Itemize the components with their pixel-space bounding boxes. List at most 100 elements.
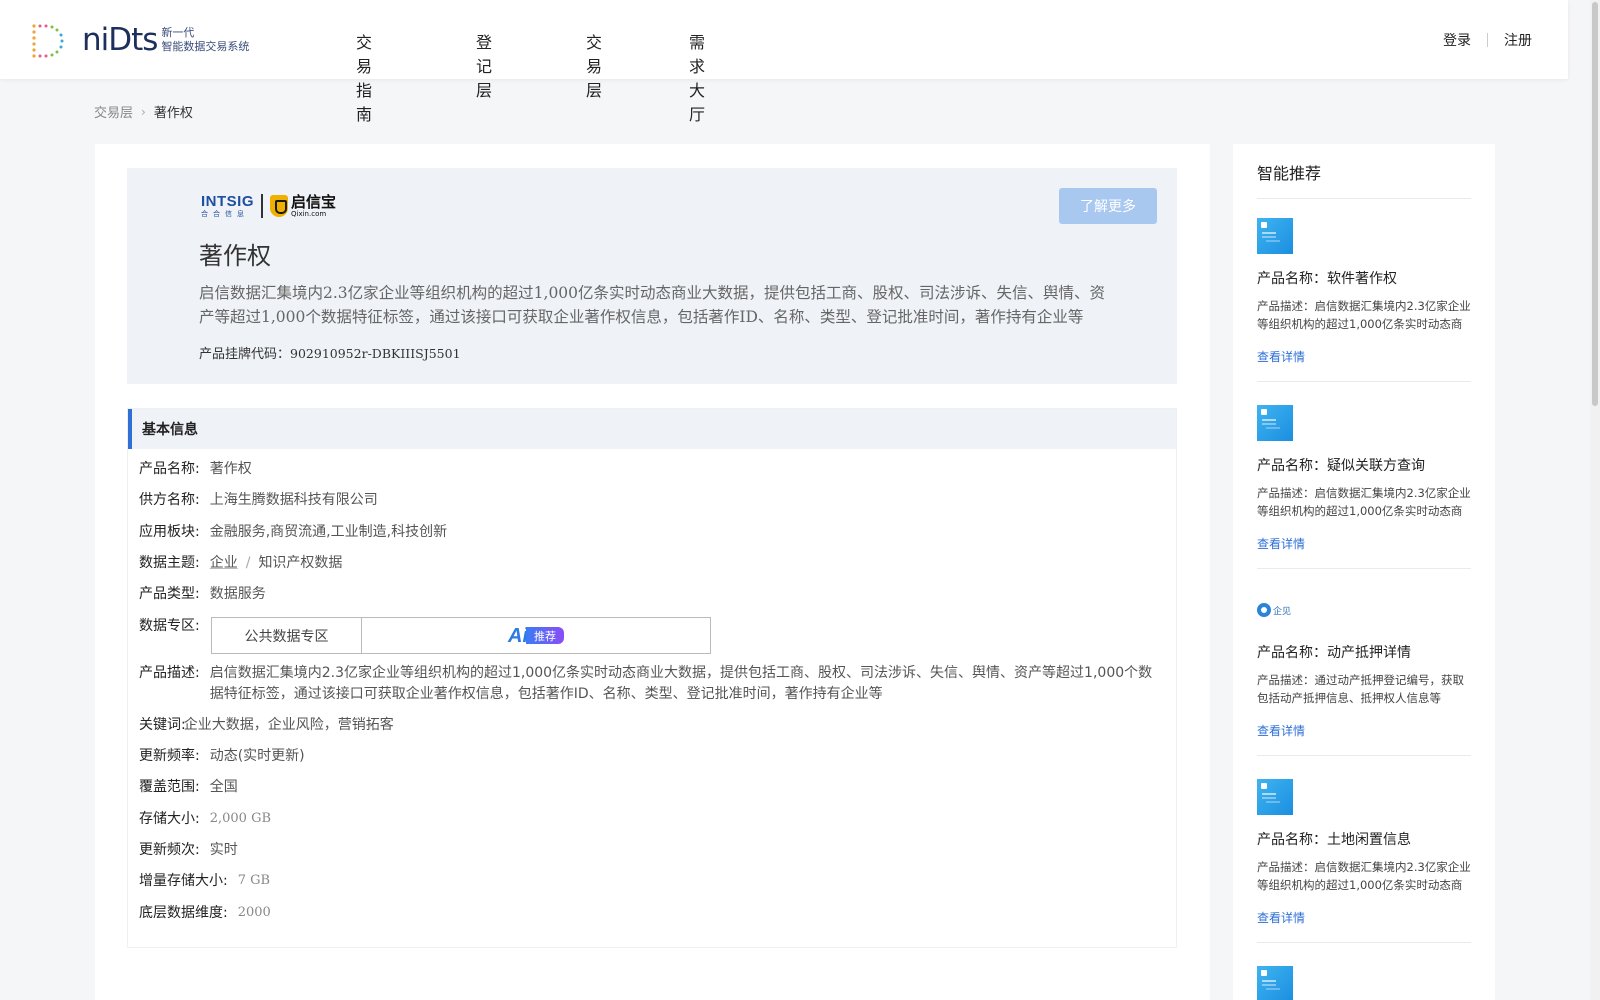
topic-link-enterprise[interactable]: 企业 bbox=[210, 553, 238, 573]
recommend-item[interactable]: 企见 产品名称：动产抵押详情 产品描述：通过动产抵押登记编号，获取包括动产抵押信… bbox=[1257, 592, 1471, 756]
provider-logo-thumbnail: 企见 bbox=[1257, 592, 1297, 628]
row-update-frequency: 更新频率: 动态(实时更新) bbox=[139, 746, 305, 766]
logo-divider bbox=[261, 194, 264, 218]
row-keywords: 关键词: 企业大数据，企业风险，营销拓客 bbox=[139, 715, 394, 735]
recommend-item[interactable]: 产品名称：土地闲置信息 产品描述：启信数据汇集境内2.3亿家企业等组织机构的超过… bbox=[1257, 779, 1471, 943]
nav-demand-hall[interactable]: 需求大厅 bbox=[689, 29, 705, 125]
recommend-item[interactable]: 产品名称：疑似关联方查询 产品描述：启信数据汇集境内2.3亿家企业等组织机构的超… bbox=[1257, 405, 1471, 569]
divider bbox=[1257, 198, 1471, 199]
nav-registry-layer[interactable]: 登记层 bbox=[476, 29, 492, 101]
scrollbar-thumb[interactable] bbox=[1592, 2, 1598, 406]
dotted-d-logo-icon bbox=[32, 24, 64, 58]
field-label: 关键词: bbox=[139, 717, 186, 733]
qixin-logo: 启信宝 Qixin.com bbox=[270, 192, 337, 218]
zone-badge-cell: Ai 推荐 bbox=[362, 618, 710, 653]
view-detail-link[interactable]: 查看详情 bbox=[1257, 909, 1471, 926]
recommend-name[interactable]: 产品名称：土地闲置信息 bbox=[1257, 829, 1471, 849]
intsig-sub: 合合信息 bbox=[201, 210, 249, 218]
divider bbox=[1257, 942, 1471, 943]
brand-sub-line2: 智能数据交易系统 bbox=[161, 40, 250, 53]
product-summary: 启信数据汇集境内2.3亿家企业等组织机构的超过1,000亿条实时动态商业大数据，… bbox=[199, 284, 1106, 326]
data-zone-table: 公共数据专区 Ai 推荐 bbox=[211, 617, 711, 654]
learn-more-button[interactable]: 了解更多 bbox=[1059, 188, 1157, 224]
recommend-name[interactable]: 产品名称：疑似关联方查询 bbox=[1257, 455, 1471, 475]
row-topic: 数据主题: 企业 / 知识产权数据 bbox=[139, 553, 342, 573]
site-logo[interactable]: niDts 新一代 智能数据交易系统 bbox=[28, 18, 249, 62]
recommend-desc: 产品描述：启信数据汇集境内2.3亿家企业等组织机构的超过1,000亿条实时动态商… bbox=[1257, 486, 1471, 518]
register-link[interactable]: 注册 bbox=[1504, 30, 1532, 50]
field-label: 底层数据维度: bbox=[139, 905, 228, 921]
divider bbox=[1257, 755, 1471, 756]
ai-logo-icon: Ai bbox=[508, 624, 528, 647]
recommend-name[interactable]: 产品名称：动产抵押详情 bbox=[1257, 642, 1471, 662]
breadcrumb: 交易层 › 著作权 bbox=[94, 102, 193, 122]
qixin-shield-icon bbox=[270, 195, 289, 217]
qixin-en: Qixin.com bbox=[291, 209, 327, 218]
field-label: 更新频率: bbox=[139, 748, 200, 764]
field-value: 数据服务 bbox=[209, 586, 266, 602]
view-detail-link[interactable]: 查看详情 bbox=[1257, 348, 1471, 365]
field-label: 应用板块: bbox=[139, 524, 200, 540]
intsig-logo: INTSIG 合合信息 bbox=[201, 194, 254, 218]
field-label: 数据主题: bbox=[139, 555, 200, 571]
row-update-times: 更新频次: 实时 bbox=[139, 840, 238, 860]
listing-code-label: 产品挂牌代码： bbox=[199, 347, 291, 362]
row-product-name: 产品名称: 著作权 bbox=[139, 459, 252, 479]
field-label: 存储大小: bbox=[139, 811, 200, 827]
field-label: 覆盖范围: bbox=[139, 779, 200, 795]
view-detail-link[interactable]: 查看详情 bbox=[1257, 535, 1471, 552]
auth-links: 登录 注册 bbox=[1443, 30, 1532, 50]
brand-subtitle: 新一代 智能数据交易系统 bbox=[161, 26, 249, 54]
qixin-cn: 启信宝 bbox=[291, 192, 337, 211]
topic-separator: / bbox=[245, 555, 251, 571]
field-value: 全国 bbox=[209, 779, 238, 795]
row-coverage: 覆盖范围: 全国 bbox=[139, 777, 238, 797]
basic-info-section: 基本信息 产品名称: 著作权 供方名称: 上海生腾数据科技有限公司 应用板块: 金融服… bbox=[127, 408, 1177, 948]
field-label: 增量存储大小: bbox=[139, 873, 228, 889]
auth-divider bbox=[1487, 33, 1488, 47]
recommend-item[interactable] bbox=[1257, 966, 1471, 1000]
view-detail-link[interactable]: 查看详情 bbox=[1257, 722, 1471, 739]
field-value: 动态(实时更新) bbox=[209, 748, 305, 764]
field-value: 实时 bbox=[209, 842, 238, 858]
breadcrumb-parent[interactable]: 交易层 bbox=[94, 102, 133, 121]
section-title: 基本信息 bbox=[128, 409, 1176, 449]
login-link[interactable]: 登录 bbox=[1443, 30, 1471, 50]
listing-code: 产品挂牌代码：902910952r-DBKIIISJ5501 bbox=[199, 343, 461, 362]
row-description: 产品描述: 启信数据汇集境内2.3亿家企业等组织机构的超过1,000亿条实时动态商… bbox=[139, 663, 1160, 705]
topic-ip-data[interactable]: 知识产权数据 bbox=[258, 553, 342, 573]
field-label: 产品类型: bbox=[139, 586, 200, 602]
row-zone: 数据专区: bbox=[139, 616, 200, 636]
row-type: 产品类型: 数据服务 bbox=[139, 584, 266, 604]
field-value: 2,000 GB bbox=[209, 811, 272, 826]
listing-code-value: 902910952r-DBKIIISJ5501 bbox=[290, 346, 461, 361]
product-thumbnail bbox=[1257, 405, 1293, 441]
product-thumbnail bbox=[1257, 779, 1293, 815]
brand-wordmark: niDts bbox=[82, 21, 158, 58]
row-storage: 存储大小: 2,000 GB bbox=[139, 809, 271, 829]
row-data-dimension: 底层数据维度: 2000 bbox=[139, 903, 271, 923]
recommend-panel: 智能推荐 产品名称：软件著作权 产品描述：启信数据汇集境内2.3亿家企业等组织机… bbox=[1233, 144, 1495, 1000]
field-value: 上海生腾数据科技有限公司 bbox=[209, 492, 378, 508]
ai-recommend-badge: Ai 推荐 bbox=[508, 626, 564, 646]
nav-trade-layer[interactable]: 交易层 bbox=[586, 29, 602, 101]
recommend-item[interactable]: 产品名称：软件著作权 产品描述：启信数据汇集境内2.3亿家企业等组织机构的超过1… bbox=[1257, 218, 1471, 382]
recommend-desc: 产品描述：通过动产抵押登记编号，获取包括动产抵押信息、抵押权人信息等 bbox=[1257, 673, 1464, 705]
divider bbox=[1257, 381, 1471, 382]
top-header: niDts 新一代 智能数据交易系统 交易指南 登记层 交易层 需求大厅 登录 … bbox=[0, 0, 1568, 124]
qiye-logo-icon bbox=[1257, 603, 1271, 617]
breadcrumb-current: 著作权 bbox=[153, 106, 193, 121]
field-value: 2000 bbox=[237, 905, 271, 920]
recommend-name[interactable]: 产品名称：软件著作权 bbox=[1257, 268, 1471, 288]
product-title: 著作权 bbox=[199, 242, 271, 270]
product-hero: INTSIG 合合信息 启信宝 Qixin.com 著作权 启信数据汇集境内2.… bbox=[127, 168, 1177, 384]
recommend-desc: 产品描述：启信数据汇集境内2.3亿家企业等组织机构的超过1,000亿条实时动态商… bbox=[1257, 860, 1471, 892]
row-sector: 应用板块: 金融服务,商贸流通,工业制造,科技创新 bbox=[139, 522, 447, 542]
chevron-right-icon: › bbox=[141, 104, 146, 119]
field-label: 产品名称: bbox=[139, 461, 200, 477]
field-label: 产品描述: bbox=[139, 665, 200, 681]
field-label: 更新频次: bbox=[139, 842, 200, 858]
page-scrollbar[interactable] bbox=[1590, 0, 1600, 1000]
nav-trade-guide[interactable]: 交易指南 bbox=[356, 29, 372, 125]
field-value: 7 GB bbox=[237, 873, 271, 888]
